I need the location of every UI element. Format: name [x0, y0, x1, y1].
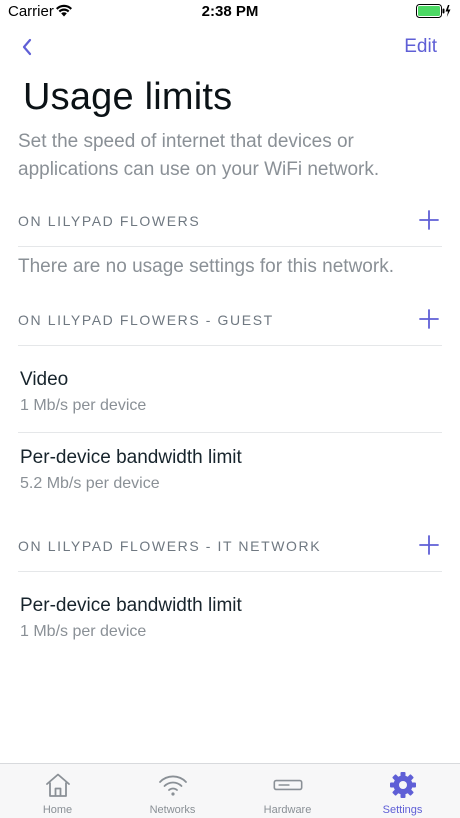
plus-icon	[419, 309, 439, 329]
list-item-subtitle: 1 Mb/s per device	[20, 397, 147, 414]
empty-message: There are no usage settings for this net…	[18, 256, 394, 277]
tab-label: Hardware	[263, 804, 312, 816]
tab-networks[interactable]: Networks	[115, 764, 230, 818]
page-title: Usage limits	[23, 76, 233, 118]
router-icon	[273, 771, 303, 799]
home-icon	[43, 771, 73, 799]
tab-home[interactable]: Home	[0, 764, 115, 818]
tab-label: Home	[42, 804, 73, 816]
status-bar: Carrier 2:38 PM	[0, 0, 460, 24]
chevron-left-icon	[22, 38, 32, 56]
tab-settings[interactable]: Settings	[345, 764, 460, 818]
add-limit-button[interactable]	[418, 209, 440, 231]
gear-icon	[388, 771, 418, 799]
edit-button[interactable]: Edit	[404, 36, 437, 58]
tab-hardware[interactable]: Hardware	[230, 764, 345, 818]
page-description: Set the speed of internet that devices o…	[18, 131, 380, 180]
tab-bar: Home Networks Hardware Settings	[0, 763, 460, 818]
clock: 2:38 PM	[201, 3, 259, 20]
list-item-title: Video	[20, 369, 69, 390]
list-item[interactable]: Per-device bandwidth limit 1 Mb/s per de…	[18, 581, 442, 659]
back-button[interactable]	[14, 34, 40, 60]
section-title: ON LILYPAD FLOWERS - GUEST	[18, 312, 274, 328]
list-item-title: Per-device bandwidth limit	[20, 595, 242, 616]
add-limit-button[interactable]	[418, 534, 440, 556]
battery-icon	[416, 4, 452, 23]
list-item-title: Per-device bandwidth limit	[20, 447, 242, 468]
wifi-icon	[158, 771, 188, 799]
plus-icon	[419, 535, 439, 555]
tab-label: Networks	[149, 804, 196, 816]
list-item-subtitle: 5.2 Mb/s per device	[20, 475, 160, 492]
list-item-subtitle: 1 Mb/s per device	[20, 623, 147, 640]
plus-icon	[419, 210, 439, 230]
list-item[interactable]: Per-device bandwidth limit 5.2 Mb/s per …	[18, 433, 442, 511]
section-title: ON LILYPAD FLOWERS - IT NETWORK	[18, 538, 322, 554]
section-header-lilypad-flowers: ON LILYPAD FLOWERS	[18, 197, 442, 247]
section-header-lilypad-flowers-it-network: ON LILYPAD FLOWERS - IT NETWORK	[18, 522, 442, 572]
list-item[interactable]: Video 1 Mb/s per device	[18, 355, 442, 433]
section-title: ON LILYPAD FLOWERS	[18, 213, 201, 229]
tab-label: Settings	[382, 804, 423, 816]
section-header-lilypad-flowers-guest: ON LILYPAD FLOWERS - GUEST	[18, 296, 442, 346]
navigation-bar: Edit	[0, 30, 460, 64]
add-limit-button[interactable]	[418, 308, 440, 330]
